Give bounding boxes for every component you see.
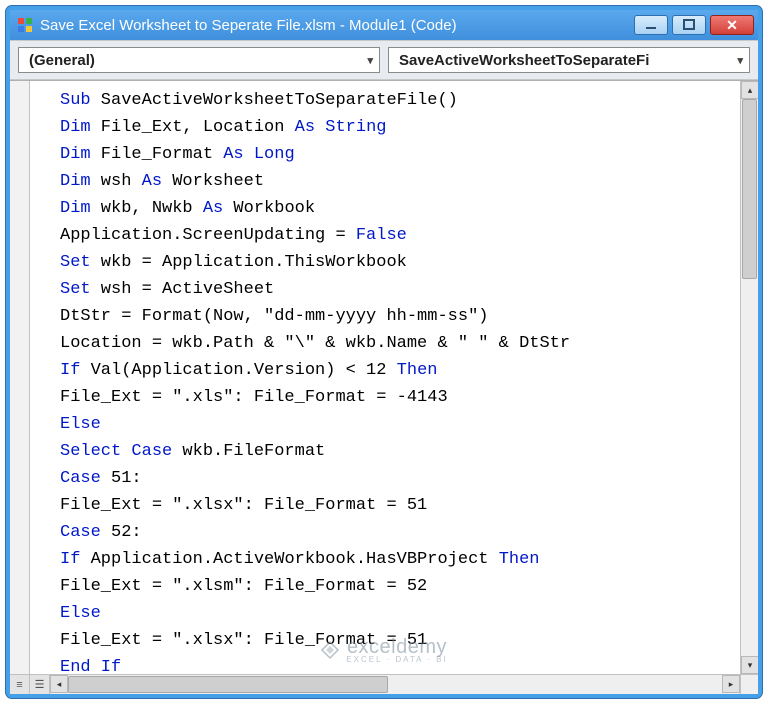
code-editor[interactable]: Sub SaveActiveWorksheetToSeparateFile() …	[10, 80, 758, 674]
code-text-area[interactable]: Sub SaveActiveWorksheetToSeparateFile() …	[30, 81, 740, 674]
chevron-down-icon: ▾	[367, 54, 373, 67]
titlebar[interactable]: Save Excel Worksheet to Seperate File.xl…	[10, 10, 758, 40]
scroll-down-arrow-icon[interactable]: ▾	[741, 656, 758, 674]
full-module-view-button[interactable]: ☰	[30, 675, 50, 694]
chevron-down-icon: ▾	[737, 54, 743, 67]
vba-editor-window: Save Excel Worksheet to Seperate File.xl…	[6, 6, 762, 698]
window-title: Save Excel Worksheet to Seperate File.xl…	[40, 17, 628, 34]
scroll-up-arrow-icon[interactable]: ▴	[741, 81, 758, 99]
procedure-dropdown[interactable]: SaveActiveWorksheetToSeparateFi ▾	[388, 47, 750, 73]
horizontal-scrollbar[interactable]: ◂ ▸	[50, 675, 740, 694]
vertical-scrollbar[interactable]: ▴ ▾	[740, 81, 758, 674]
scroll-left-arrow-icon[interactable]: ◂	[50, 675, 68, 693]
maximize-button[interactable]	[672, 15, 706, 35]
scroll-corner	[740, 675, 758, 694]
vscroll-thumb[interactable]	[742, 99, 757, 279]
close-button[interactable]: ✕	[710, 15, 754, 35]
window-buttons: ✕	[634, 15, 754, 35]
hscroll-thumb[interactable]	[68, 676, 388, 693]
bottom-bar: ≡ ☰ ◂ ▸	[10, 674, 758, 694]
vscroll-track[interactable]	[741, 99, 758, 656]
app-icon	[16, 16, 34, 34]
object-dropdown[interactable]: (General) ▾	[18, 47, 380, 73]
procedure-view-button[interactable]: ≡	[10, 675, 30, 694]
minimize-button[interactable]	[634, 15, 668, 35]
object-dropdown-value: (General)	[29, 52, 95, 69]
scroll-right-arrow-icon[interactable]: ▸	[722, 675, 740, 693]
margin-gutter	[10, 81, 30, 674]
hscroll-track[interactable]	[68, 675, 722, 694]
procedure-dropdown-value: SaveActiveWorksheetToSeparateFi	[399, 52, 649, 69]
dropdown-toolbar: (General) ▾ SaveActiveWorksheetToSeparat…	[10, 40, 758, 80]
